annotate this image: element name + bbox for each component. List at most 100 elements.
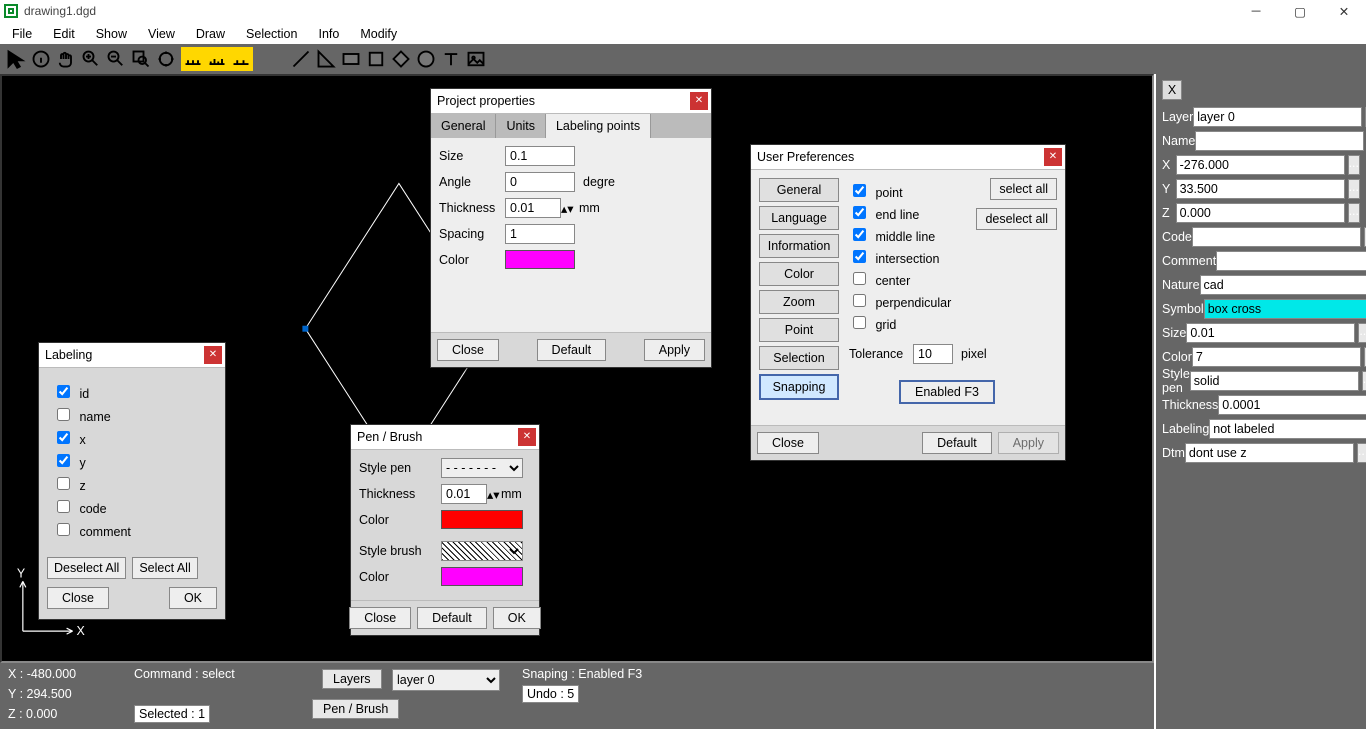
pen-color-swatch[interactable] [441,510,523,529]
brush-color-swatch[interactable] [441,567,523,586]
labeling-z-checkbox[interactable] [57,477,70,490]
pref-tab-snapping[interactable]: Snapping [759,374,839,400]
rp-size-input[interactable] [1186,323,1355,343]
labeling-ok-button[interactable]: OK [169,587,217,609]
rp-dtm-more-button[interactable]: ... [1357,443,1366,463]
pref-tab-language[interactable]: Language [759,206,839,230]
labeling-comment-checkbox[interactable] [57,523,70,536]
menu-show[interactable]: Show [88,24,135,42]
pref-tolerance-input[interactable] [913,344,953,364]
measure-3-icon[interactable] [231,49,251,69]
rp-size-more-button[interactable]: ... [1358,323,1366,343]
zoom-extents-icon[interactable] [156,49,176,69]
stylebrush-select[interactable] [441,541,523,561]
pref-tab-general[interactable]: General [759,178,839,202]
pen-ok-button[interactable]: OK [493,607,541,629]
menu-modify[interactable]: Modify [352,24,405,42]
labeling-x-checkbox[interactable] [57,431,70,444]
zoom-window-icon[interactable] [131,49,151,69]
proj-tab-labeling-points[interactable]: Labeling points [546,114,651,138]
right-triangle-icon[interactable] [316,49,336,69]
proj-thickness-input[interactable] [505,198,561,218]
pref-close-icon[interactable]: ✕ [1044,148,1062,166]
pref-middleline-checkbox[interactable] [853,228,866,241]
rp-dtm-input[interactable] [1185,443,1354,463]
labeling-code-checkbox[interactable] [57,500,70,513]
square-icon[interactable] [366,49,386,69]
layers-button[interactable]: Layers [322,669,382,689]
proj-close-icon[interactable]: ✕ [690,92,708,110]
proj-tab-units[interactable]: Units [496,114,545,138]
stylepen-select[interactable]: - - - - - - - [441,458,523,478]
pen-close-button[interactable]: Close [349,607,411,629]
info-icon[interactable] [31,49,51,69]
pref-close-button[interactable]: Close [757,432,819,454]
cursor-icon[interactable] [6,49,26,69]
rp-x-input[interactable] [1176,155,1345,175]
pref-perpendicular-checkbox[interactable] [853,294,866,307]
pen-close-icon[interactable]: ✕ [518,428,536,446]
menu-selection[interactable]: Selection [238,24,305,42]
rp-stylepen-more-button[interactable]: ... [1362,371,1366,391]
labeling-deselect-all-button[interactable]: Deselect All [47,557,126,579]
labeling-close-button[interactable]: Close [47,587,109,609]
penbrush-button[interactable]: Pen / Brush [312,699,399,719]
menu-info[interactable]: Info [310,24,347,42]
pref-tab-selection[interactable]: Selection [759,346,839,370]
circle-icon[interactable] [416,49,436,69]
layer-select[interactable]: layer 0 [392,669,500,691]
proj-spacing-input[interactable] [505,224,575,244]
close-window-button[interactable]: ✕ [1322,0,1366,22]
rect-icon[interactable] [341,49,361,69]
pref-deselect-all-button[interactable]: deselect all [976,208,1057,230]
rp-symbol-input[interactable] [1204,299,1366,319]
labeling-y-checkbox[interactable] [57,454,70,467]
measure-2-icon[interactable] [207,49,227,69]
menu-view[interactable]: View [140,24,183,42]
pref-point-checkbox[interactable] [853,184,866,197]
maximize-button[interactable]: ▢ [1278,0,1322,22]
proj-default-button[interactable]: Default [537,339,607,361]
pref-intersection-checkbox[interactable] [853,250,866,263]
measure-1-icon[interactable] [183,49,203,69]
zoom-out-icon[interactable] [106,49,126,69]
rp-x-more-button[interactable]: ... [1348,155,1360,175]
zoom-in-icon[interactable] [81,49,101,69]
menu-draw[interactable]: Draw [188,24,233,42]
labeling-name-checkbox[interactable] [57,408,70,421]
rp-name-input[interactable] [1195,131,1364,151]
menu-file[interactable]: File [4,24,40,42]
minimize-button[interactable]: ─ [1234,0,1278,22]
pref-endline-checkbox[interactable] [853,206,866,219]
text-icon[interactable] [441,49,461,69]
rp-color-input[interactable] [1192,347,1361,367]
pref-tab-information[interactable]: Information [759,234,839,258]
proj-apply-button[interactable]: Apply [644,339,705,361]
image-icon[interactable] [466,49,486,69]
labeling-select-all-button[interactable]: Select All [132,557,197,579]
pen-default-button[interactable]: Default [417,607,487,629]
proj-close-button[interactable]: Close [437,339,499,361]
pref-center-checkbox[interactable] [853,272,866,285]
rp-nature-input[interactable] [1200,275,1366,295]
panel-close-button[interactable]: X [1162,80,1182,100]
pen-thickness-input[interactable] [441,484,487,504]
proj-color-swatch[interactable] [505,250,575,269]
labeling-id-checkbox[interactable] [57,385,70,398]
pref-default-button[interactable]: Default [922,432,992,454]
hand-icon[interactable] [56,49,76,69]
rp-labeling-input[interactable] [1209,419,1366,439]
proj-angle-input[interactable] [505,172,575,192]
rp-y-more-button[interactable]: ... [1348,179,1360,199]
menu-edit[interactable]: Edit [45,24,83,42]
pref-tab-color[interactable]: Color [759,262,839,286]
rp-stylepen-input[interactable] [1190,371,1359,391]
rp-y-input[interactable] [1176,179,1345,199]
proj-size-input[interactable] [505,146,575,166]
rp-thickness-input[interactable] [1218,395,1366,415]
pref-tab-point[interactable]: Point [759,318,839,342]
pref-tab-zoom[interactable]: Zoom [759,290,839,314]
labeling-close-icon[interactable]: ✕ [204,346,222,364]
rp-z-input[interactable] [1176,203,1345,223]
pref-select-all-button[interactable]: select all [990,178,1057,200]
